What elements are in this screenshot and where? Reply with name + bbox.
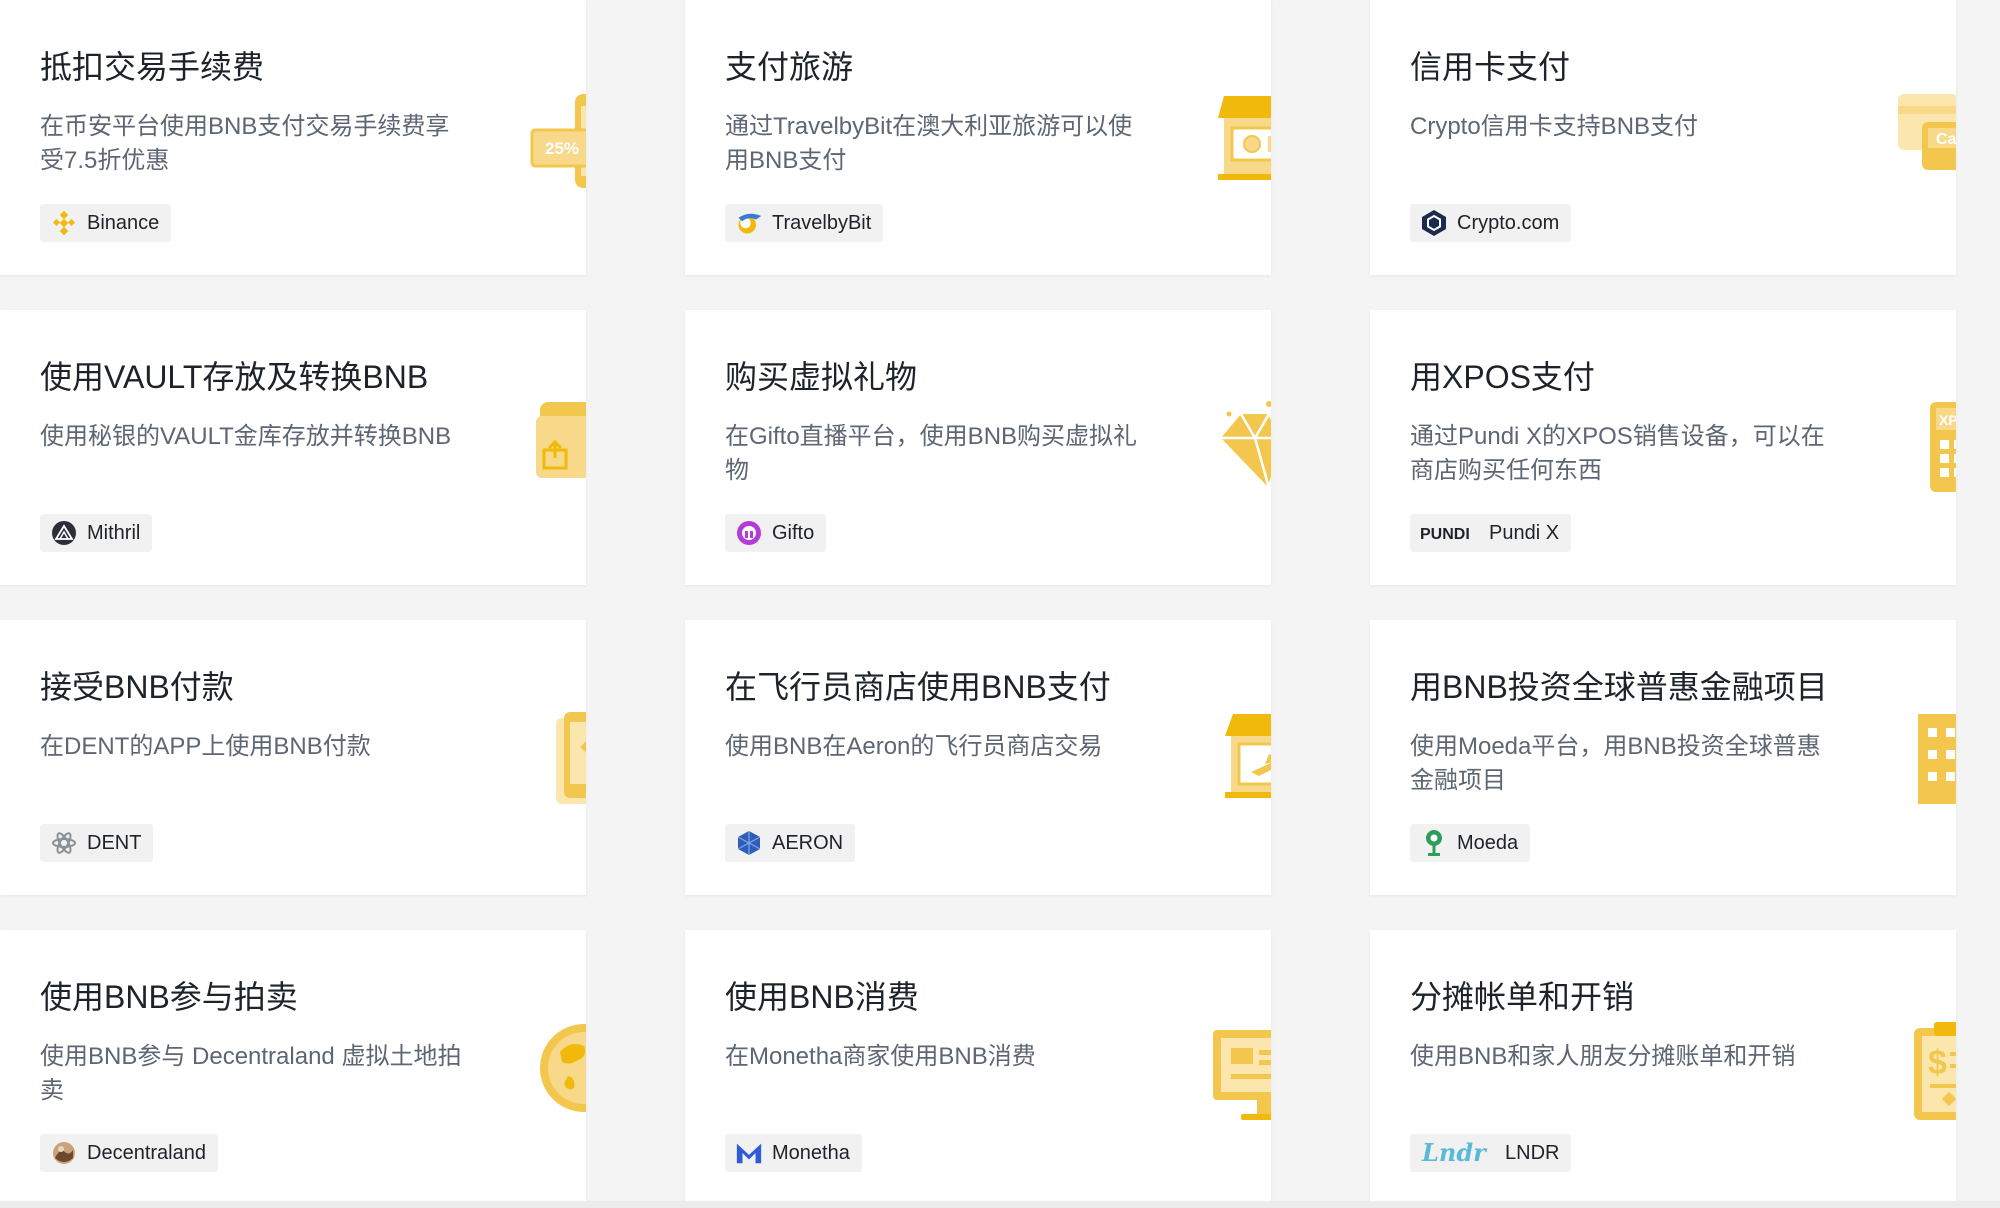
aeron-logo-icon	[735, 829, 763, 857]
svg-text:PUNDI: PUNDI	[1420, 526, 1470, 543]
partner-chip-dent[interactable]: DENT	[40, 824, 154, 862]
partner-name: TravelbyBit	[772, 211, 872, 234]
monitor-icon	[1213, 1030, 1271, 1122]
card-travel[interactable]: 支付旅游 通过TravelbyBit在澳大利亚旅游可以使用BNB支付 Trave…	[685, 0, 1271, 275]
wallet-icon	[536, 402, 586, 478]
card-title: 分摊帐单和开销	[1410, 979, 1635, 1015]
partner-chip-mithril[interactable]: Mithril	[40, 514, 153, 552]
globe-auction-icon	[540, 1022, 586, 1114]
moeda-logo-icon	[1420, 829, 1448, 857]
pos-terminal-icon: XPOS	[1930, 402, 1956, 492]
partner-chip-monetha[interactable]: Monetha	[725, 1134, 862, 1172]
card-description: 在币安平台使用BNB支付交易手续费享受7.5折优惠	[40, 113, 450, 174]
card-invest-finance[interactable]: 用BNB投资全球普惠金融项目 使用Moeda平台，用BNB投资全球普惠金融项目 …	[1370, 620, 1956, 895]
partner-chip-aeron[interactable]: AERON	[725, 824, 856, 862]
card-description: 使用Moeda平台，用BNB投资全球普惠金融项目	[1410, 733, 1821, 794]
credit-card-icon: Card	[1898, 94, 1956, 180]
partner-chip-decentraland[interactable]: Decentraland	[40, 1134, 218, 1172]
partner-name: Decentraland	[87, 1141, 206, 1164]
partner-chip-gifto[interactable]: Gifto	[725, 514, 827, 552]
card-description: 通过TravelbyBit在澳大利亚旅游可以使用BNB支付	[725, 113, 1133, 174]
partner-chip-moeda[interactable]: Moeda	[1410, 824, 1531, 862]
shop-cash-icon	[1218, 94, 1271, 180]
card-xpos[interactable]: 用XPOS支付 通过Pundi X的XPOS销售设备，可以在商店购买任何东西 P…	[1370, 310, 1956, 585]
partner-chip-binance[interactable]: Binance	[40, 204, 172, 242]
card-description: 使用BNB在Aeron的飞行员商店交易	[725, 733, 1103, 760]
mithril-logo-icon	[50, 519, 78, 547]
card-title: 使用VAULT存放及转换BNB	[40, 359, 429, 395]
xpos-label: XPOS	[1939, 412, 1956, 428]
card-title: 在飞行员商店使用BNB支付	[725, 669, 1111, 705]
partner-name: Monetha	[772, 1141, 850, 1164]
card-title: 使用BNB参与拍卖	[40, 979, 298, 1015]
card-pilot-shop[interactable]: 在飞行员商店使用BNB支付 使用BNB在Aeron的飞行员商店交易 AERON	[685, 620, 1271, 895]
partner-chip-lndr[interactable]: Lndr LNDR	[1410, 1134, 1572, 1172]
partner-chip-pundi-x[interactable]: PUNDI Pundi X	[1410, 514, 1572, 552]
crypto-com-logo-icon	[1420, 209, 1448, 237]
partner-name: LNDR	[1505, 1141, 1560, 1164]
partner-name: Crypto.com	[1457, 211, 1560, 234]
gifto-logo-icon	[735, 519, 763, 547]
partner-name: Moeda	[1457, 831, 1519, 854]
card-title: 信用卡支付	[1410, 49, 1571, 85]
card-description: 使用秘银的VAULT金库存放并转换BNB	[40, 423, 452, 450]
card-description: Crypto信用卡支持BNB支付	[1410, 113, 1699, 140]
card-description: 在Monetha商家使用BNB消费	[725, 1043, 1036, 1070]
card-title: 用BNB投资全球普惠金融项目	[1410, 669, 1828, 705]
phone-bnb-icon	[556, 712, 586, 804]
phone-discount-icon: 25%	[530, 92, 586, 192]
partner-name: Mithril	[87, 521, 141, 544]
page-bottom-edge	[0, 1201, 2000, 1208]
card-spend-bnb[interactable]: 使用BNB消费 在Monetha商家使用BNB消费 Monetha	[685, 930, 1271, 1205]
card-label: Card	[1936, 131, 1956, 148]
card-title: 购买虚拟礼物	[725, 359, 918, 395]
monetha-logo-icon	[735, 1139, 763, 1167]
card-description: 使用BNB和家人朋友分摊账单和开销	[1410, 1043, 1796, 1070]
card-accept-bnb[interactable]: 接受BNB付款 在DENT的APP上使用BNB付款 DENT	[0, 620, 586, 895]
card-split-bill[interactable]: 分摊帐单和开销 使用BNB和家人朋友分摊账单和开销 Lndr LNDR $	[1370, 930, 1956, 1205]
partner-name: AERON	[772, 831, 844, 854]
partner-name: Pundi X	[1489, 521, 1560, 544]
card-auction[interactable]: 使用BNB参与拍卖 使用BNB参与 Decentraland 虚拟土地拍卖 De…	[0, 930, 586, 1205]
card-virtual-gift[interactable]: 购买虚拟礼物 在Gifto直播平台，使用BNB购买虚拟礼物 Gifto	[685, 310, 1271, 585]
diamond-icon	[1219, 400, 1271, 490]
building-icon	[1918, 714, 1956, 804]
pundi-x-logo-icon: PUNDI	[1420, 519, 1480, 547]
partner-chip-travelbybit[interactable]: TravelbyBit	[725, 204, 884, 242]
svg-text:$: $	[1928, 1044, 1947, 1082]
card-title: 使用BNB消费	[725, 979, 919, 1015]
partner-chip-crypto-com[interactable]: Crypto.com	[1410, 204, 1572, 242]
bill-clipboard-icon: $	[1914, 1022, 1956, 1122]
card-description: 在DENT的APP上使用BNB付款	[40, 733, 371, 760]
card-description: 使用BNB参与 Decentraland 虚拟土地拍卖	[40, 1043, 462, 1104]
card-title: 接受BNB付款	[40, 669, 234, 705]
card-description: 通过Pundi X的XPOS销售设备，可以在商店购买任何东西	[1410, 423, 1825, 484]
discount-label: 25%	[545, 139, 579, 158]
decentraland-logo-icon	[50, 1139, 78, 1167]
partner-name: DENT	[87, 831, 142, 854]
card-credit-card[interactable]: 信用卡支付 Crypto信用卡支持BNB支付 Crypto.com Card	[1370, 0, 1956, 275]
partner-name: Gifto	[772, 521, 815, 544]
lndr-logo-icon: Lndr	[1420, 1139, 1496, 1167]
partner-name: Binance	[87, 211, 160, 234]
binance-logo-icon	[50, 209, 78, 237]
card-vault[interactable]: 使用VAULT存放及转换BNB 使用秘银的VAULT金库存放并转换BNB Mit…	[0, 310, 586, 585]
card-title: 用XPOS支付	[1410, 359, 1595, 395]
airplane-shop-icon	[1225, 712, 1271, 798]
card-description: 在Gifto直播平台，使用BNB购买虚拟礼物	[725, 423, 1138, 484]
svg-text:Lndr: Lndr	[1421, 1139, 1488, 1167]
card-title: 支付旅游	[725, 49, 854, 85]
travelbybit-logo-icon	[735, 209, 763, 237]
card-title: 抵扣交易手续费	[40, 49, 265, 85]
dent-logo-icon	[50, 829, 78, 857]
card-trading-fee[interactable]: 抵扣交易手续费 在币安平台使用BNB支付交易手续费享受7.5折优惠 Binanc…	[0, 0, 586, 275]
